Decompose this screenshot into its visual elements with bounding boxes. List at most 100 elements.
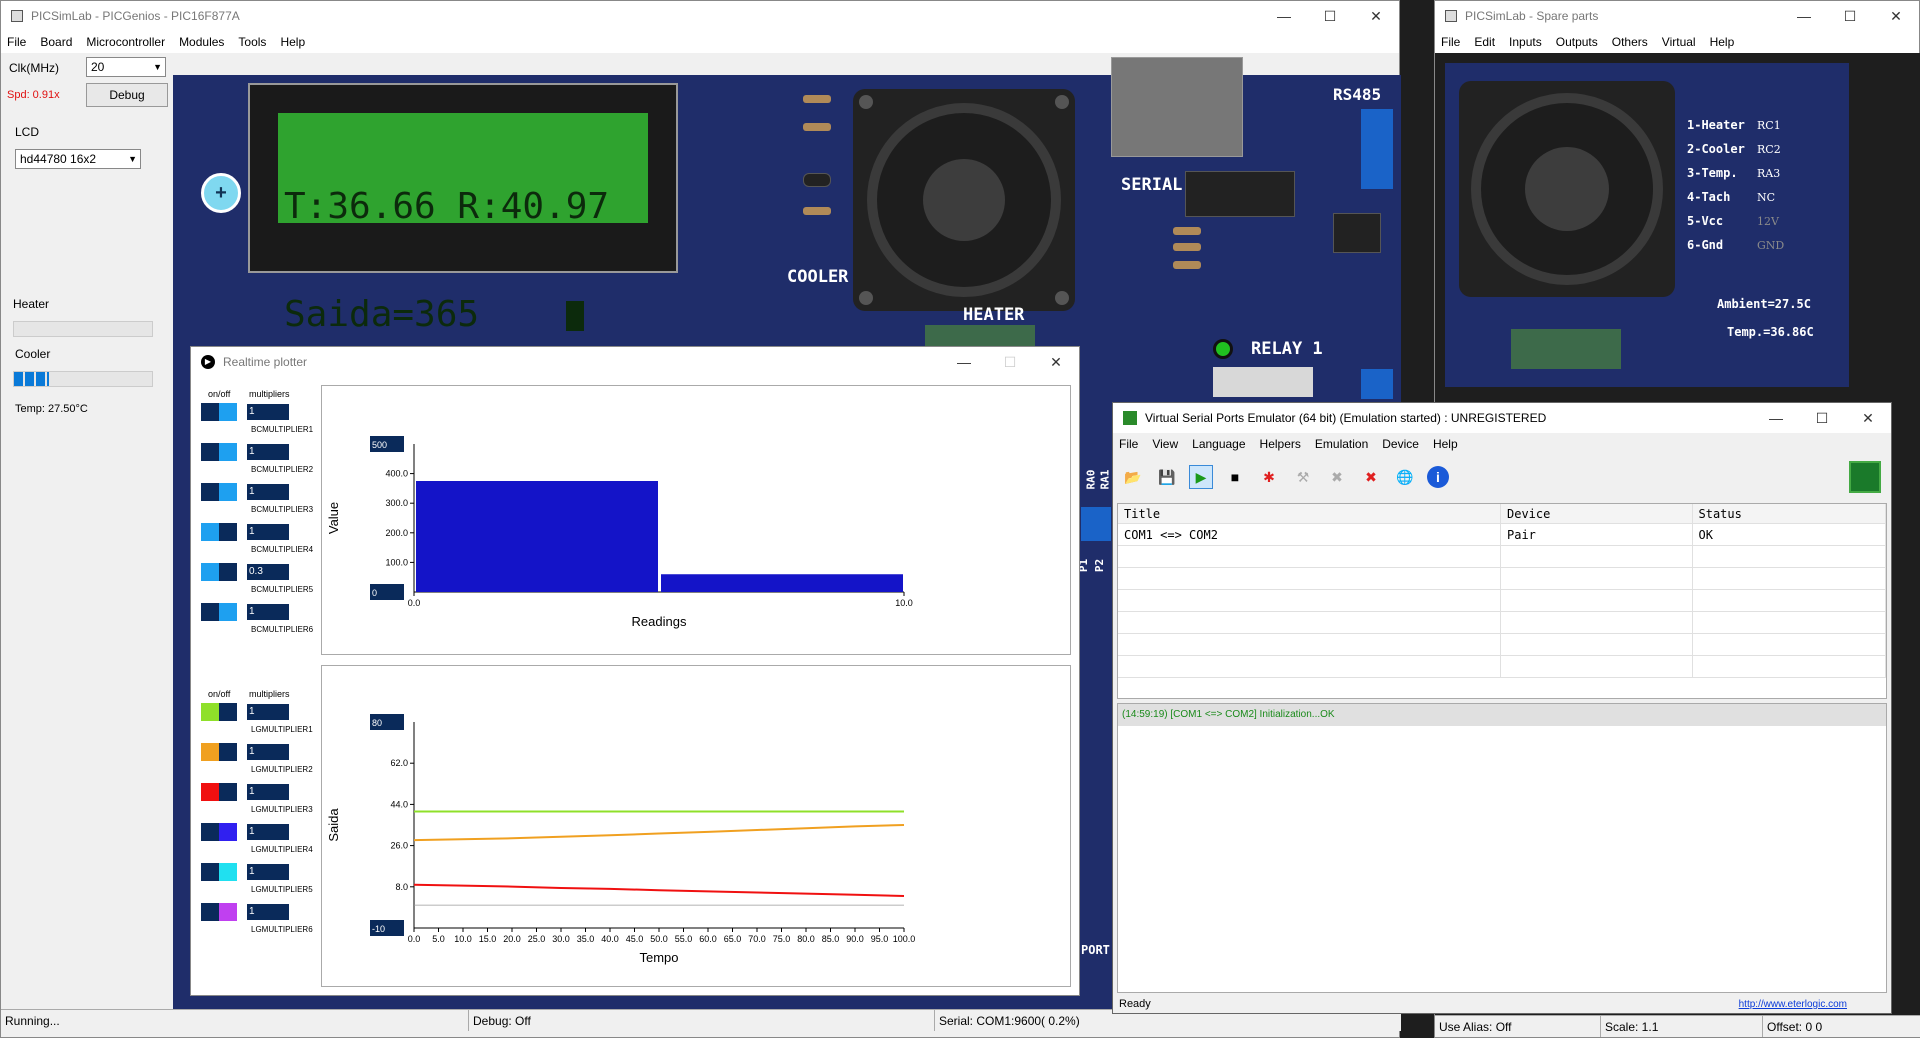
potentiometer-icon[interactable]: +: [201, 173, 241, 213]
menu-item-virtual[interactable]: Virtual: [1662, 35, 1696, 49]
multiplier-input[interactable]: 1: [247, 784, 289, 800]
menu-item-modules[interactable]: Modules: [179, 35, 224, 49]
table-row[interactable]: COM1 <=> COM2 Pair OK: [1118, 524, 1886, 546]
multiplier-input[interactable]: 1: [247, 744, 289, 760]
series-toggle[interactable]: [201, 603, 237, 621]
close-button[interactable]: ✕: [1845, 410, 1891, 427]
multiplier-input[interactable]: 1: [247, 904, 289, 920]
series-toggle[interactable]: [201, 703, 237, 721]
minimize-button[interactable]: —: [941, 354, 987, 371]
maximize-button[interactable]: ☐: [1827, 8, 1873, 25]
series-toggle[interactable]: [201, 863, 237, 881]
multiplier-input[interactable]: 1: [247, 524, 289, 540]
fan-module-board[interactable]: 1-Heater RC1 2-Cooler RC2 3-Temp. RA3 4-Tach NC…: [1445, 63, 1849, 387]
heater-label: Heater: [13, 297, 50, 311]
log-panel: (14:59:19) [COM1 <=> COM2] Initializatio…: [1117, 703, 1887, 993]
menu-item-language[interactable]: Language: [1192, 437, 1245, 451]
minimize-button[interactable]: —: [1261, 8, 1307, 25]
column-header-title[interactable]: Title: [1118, 504, 1501, 523]
menu-item-file[interactable]: File: [1119, 437, 1138, 451]
column-header-status[interactable]: Status: [1693, 504, 1886, 523]
minimize-button[interactable]: —: [1781, 8, 1827, 25]
close-button[interactable]: ✕: [1873, 8, 1919, 25]
menu-item-outputs[interactable]: Outputs: [1556, 35, 1598, 49]
vspe-link[interactable]: http://www.eterlogic.com: [1739, 999, 1847, 1010]
menu-item-help[interactable]: Help: [1433, 437, 1458, 451]
menu-item-others[interactable]: Others: [1612, 35, 1648, 49]
disable-device-icon[interactable]: ✖: [1325, 465, 1349, 489]
vspe-menubar: File View Language Helpers Emulation Device He…: [1113, 433, 1891, 455]
series-toggle[interactable]: [201, 483, 237, 501]
edit-device-icon[interactable]: ⚒: [1291, 465, 1315, 489]
multiplier-input[interactable]: 1: [247, 404, 289, 420]
plotter-titlebar: ▶ Realtime plotter — ☐ ✕: [191, 347, 1079, 377]
multiplier-input[interactable]: 1: [247, 444, 289, 460]
menu-item-edit[interactable]: Edit: [1474, 35, 1495, 49]
series-toggle[interactable]: [201, 783, 237, 801]
stop-emulation-icon[interactable]: ■: [1223, 465, 1247, 489]
multiplier-input[interactable]: 1: [247, 824, 289, 840]
menu-item-board[interactable]: Board: [40, 35, 72, 49]
table-cell: [1118, 612, 1501, 633]
multiplier-input[interactable]: 1: [247, 704, 289, 720]
menu-item-help[interactable]: Help: [1710, 35, 1735, 49]
toggle-right: [219, 563, 237, 581]
save-icon[interactable]: 💾: [1155, 465, 1179, 489]
create-device-icon[interactable]: ✱: [1257, 465, 1281, 489]
series-toggle[interactable]: [201, 443, 237, 461]
multiplier-input[interactable]: 1: [247, 864, 289, 880]
lg-onoff-header: on/off: [208, 689, 231, 699]
series-toggle[interactable]: [201, 903, 237, 921]
lcd-select[interactable]: hd44780 16x2 ▼: [15, 149, 141, 169]
delete-device-icon[interactable]: ✖: [1359, 465, 1383, 489]
multiplier-input[interactable]: 1: [247, 484, 289, 500]
table-cell: COM1 <=> COM2: [1118, 524, 1501, 545]
relay-label: RELAY 1: [1251, 339, 1323, 359]
start-emulation-icon[interactable]: ▶: [1189, 465, 1213, 489]
multiplier-label: BCMULTIPLIER3: [251, 505, 314, 514]
menu-item-tools[interactable]: Tools: [238, 35, 266, 49]
clk-select[interactable]: 20 ▼: [86, 57, 166, 77]
minimize-button[interactable]: —: [1753, 410, 1799, 427]
fan-pin-row: 2-Cooler RC2: [1687, 137, 1784, 161]
fan-pin-name: 5-Vcc: [1687, 214, 1724, 228]
menu-item-device[interactable]: Device: [1382, 437, 1419, 451]
series-toggle[interactable]: [201, 563, 237, 581]
close-button[interactable]: ✕: [1033, 354, 1079, 371]
menu-item-view[interactable]: View: [1152, 437, 1178, 451]
column-header-device[interactable]: Device: [1501, 504, 1693, 523]
ra1-label: RA1: [1098, 469, 1112, 490]
menu-item-file[interactable]: File: [1441, 35, 1460, 49]
menu-item-microcontroller[interactable]: Microcontroller: [86, 35, 165, 49]
multiplier-row: 1: [201, 863, 289, 881]
menu-item-file[interactable]: File: [7, 35, 26, 49]
series-toggle[interactable]: [201, 403, 237, 421]
menu-item-help[interactable]: Help: [280, 35, 305, 49]
debug-button[interactable]: Debug: [86, 83, 168, 107]
maximize-button[interactable]: ☐: [987, 354, 1033, 371]
x-tick-label: 20.0: [503, 934, 521, 944]
series-toggle[interactable]: [201, 823, 237, 841]
dip-switch[interactable]: [1081, 507, 1111, 541]
network-icon[interactable]: 🌐: [1393, 465, 1417, 489]
series-toggle[interactable]: [201, 523, 237, 541]
info-icon[interactable]: i: [1427, 466, 1449, 488]
bc-onoff-header: on/off: [208, 389, 231, 399]
close-button[interactable]: ✕: [1353, 8, 1399, 25]
multiplier-row: 1: [201, 903, 289, 921]
x-tick-label: 10.0: [895, 598, 913, 608]
multiplier-input[interactable]: 1: [247, 604, 289, 620]
menu-item-helpers[interactable]: Helpers: [1260, 437, 1301, 451]
vspe-app-icon: [1123, 411, 1137, 425]
toggle-left: [201, 603, 219, 621]
menu-item-emulation[interactable]: Emulation: [1315, 437, 1368, 451]
y-tick-label: 400.0: [385, 469, 408, 479]
maximize-button[interactable]: ☐: [1307, 8, 1353, 25]
menu-item-inputs[interactable]: Inputs: [1509, 35, 1542, 49]
open-folder-icon[interactable]: 📂: [1121, 465, 1145, 489]
ymin-value: 0: [372, 588, 377, 598]
toggle-right: [219, 443, 237, 461]
maximize-button[interactable]: ☐: [1799, 410, 1845, 427]
series-toggle[interactable]: [201, 743, 237, 761]
multiplier-input[interactable]: 0.3: [247, 564, 289, 580]
